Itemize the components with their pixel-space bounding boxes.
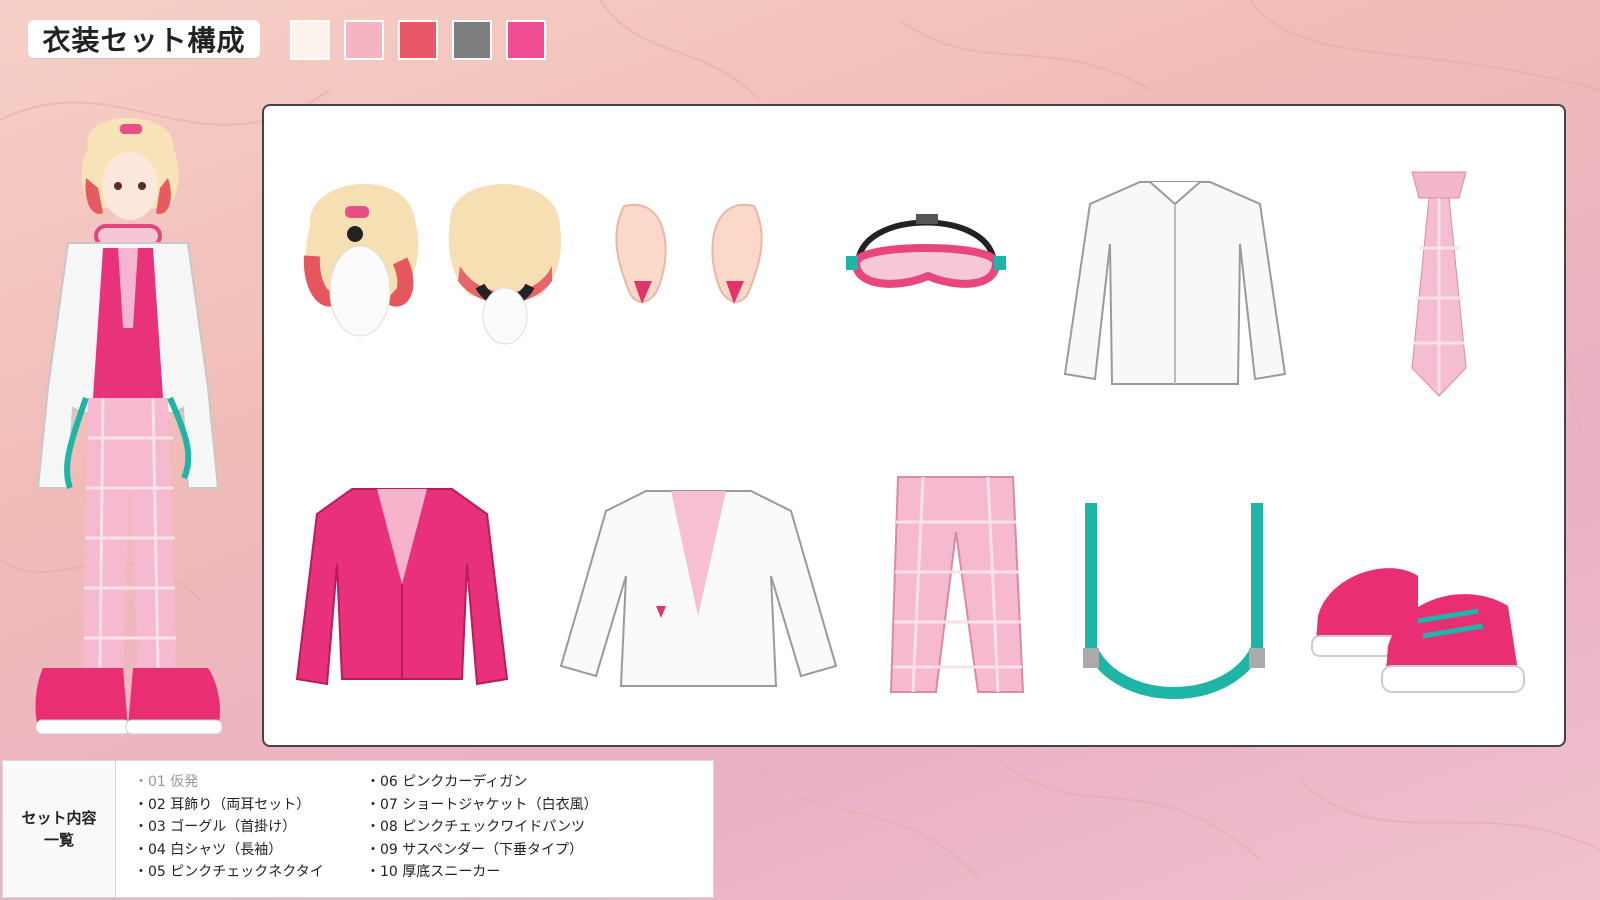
list-item: ・07 ショートジャケット（白衣風） [366, 796, 598, 813]
parts-panel [262, 104, 1566, 747]
jacket-icon [559, 490, 838, 687]
color-swatch [506, 20, 546, 60]
list-item: ・04 白シャツ（長袖） [134, 841, 283, 858]
list-item: ・10 厚底スニーカー [366, 864, 501, 880]
list-item: ・01 仮発 [134, 774, 199, 790]
sneaker-icon [1311, 568, 1525, 693]
ear-icon [615, 203, 763, 304]
tie-icon [1411, 171, 1467, 397]
list-item: ・08 ピンクチェックワイドパンツ [366, 819, 585, 835]
list-column-left: ・01 仮発 ・02 耳飾り（両耳セット） ・03 ゴーグル（首掛け） ・04 … [134, 771, 366, 897]
pants-icon [889, 476, 1025, 693]
label-line: セット内容 [21, 809, 97, 827]
shirt-icon [1063, 181, 1287, 385]
list-item: ・05 ピンクチェックネクタイ [134, 864, 324, 880]
hair-icon [303, 183, 562, 345]
list-item: ・02 耳飾り（両耳セット） [134, 796, 311, 813]
cardigan-icon [295, 488, 509, 686]
set-contents-list: セット内容 一覧 ・01 仮発 ・02 耳飾り（両耳セット） ・03 ゴーグル（… [2, 760, 714, 898]
list-item: ・09 サスペンダー（下垂タイプ） [366, 841, 584, 858]
color-swatch [398, 20, 438, 60]
list-column-right: ・06 ピンクカーディガン ・07 ショートジャケット（白衣風） ・08 ピンク… [366, 771, 598, 897]
character-illustration [35, 118, 223, 735]
goggles-icon [846, 214, 1006, 288]
color-swatch [344, 20, 384, 60]
color-swatch [290, 20, 330, 60]
list-item: ・06 ピンクカーディガン [366, 774, 528, 790]
color-palette [290, 20, 546, 60]
list-item: ・03 ゴーグル（首掛け） [134, 819, 297, 835]
label-line: 一覧 [43, 831, 74, 849]
page-title: 衣装セット構成 [28, 20, 260, 58]
color-swatch [452, 20, 492, 60]
set-contents-label: セット内容 一覧 [3, 761, 116, 897]
suspenders-icon [1083, 503, 1265, 699]
